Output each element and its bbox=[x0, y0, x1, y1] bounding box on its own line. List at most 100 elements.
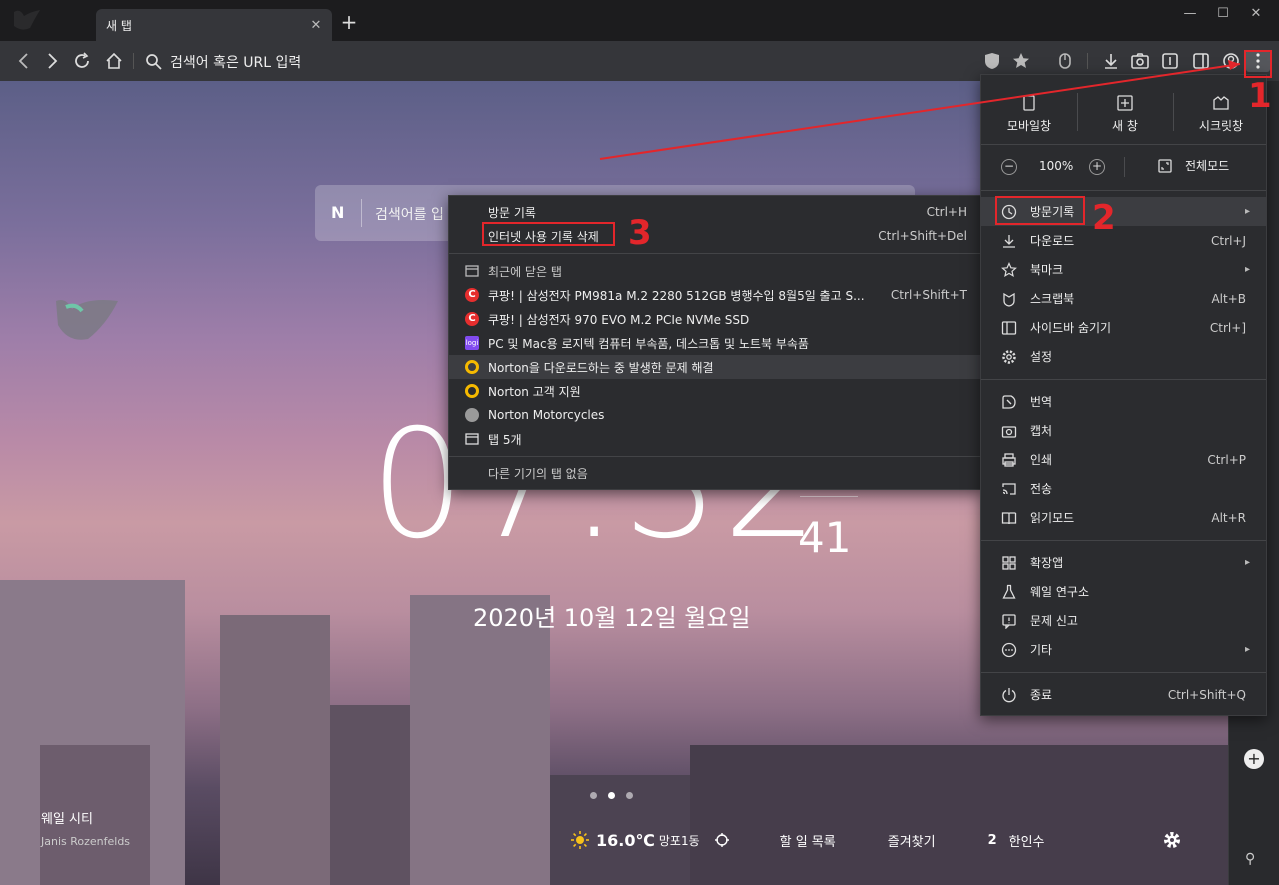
mouse-gesture-icon[interactable] bbox=[1055, 51, 1075, 71]
tab-icon bbox=[464, 431, 480, 447]
menu-item-more[interactable]: 기타 ▸ bbox=[981, 635, 1266, 664]
todo-link[interactable]: 할 일 목록 bbox=[780, 831, 836, 850]
cast-icon bbox=[1000, 480, 1018, 498]
annotation-box-history bbox=[995, 196, 1085, 225]
hanin-widget[interactable]: 2 한인수 bbox=[988, 831, 1045, 850]
menu-divider bbox=[981, 190, 1266, 191]
menu-item-exit[interactable]: 종료 Ctrl+Shift+Q bbox=[981, 680, 1266, 709]
history-entry[interactable]: 탭 5개 bbox=[449, 427, 983, 451]
annotation-step-2: 2 bbox=[1092, 198, 1116, 238]
menu-item-bookmarks[interactable]: 북마크 ▸ bbox=[981, 255, 1266, 284]
weather-temperature: 16.0℃ bbox=[596, 830, 655, 850]
tab-icon bbox=[464, 263, 480, 279]
annotation-step-3: 3 bbox=[628, 213, 652, 253]
coupang-favicon-icon: C bbox=[465, 312, 479, 326]
globe-favicon-icon bbox=[465, 408, 479, 422]
reader-icon[interactable] bbox=[1160, 51, 1180, 71]
favorites-link[interactable]: 즐겨찾기 bbox=[888, 831, 936, 850]
forward-icon[interactable] bbox=[42, 51, 62, 71]
bookmark-star-icon[interactable] bbox=[1011, 51, 1031, 71]
sidebar-pin-icon[interactable]: ⚲ bbox=[1245, 851, 1263, 869]
menu-item-report-issue[interactable]: 문제 신고 bbox=[981, 606, 1266, 635]
menu-item-hide-sidebar[interactable]: 사이드바 숨기기 Ctrl+] bbox=[981, 313, 1266, 342]
history-entry[interactable]: Norton을 다운로드하는 중 발생한 문제 해결 bbox=[449, 355, 983, 379]
sidebar-toggle-icon[interactable] bbox=[1191, 51, 1211, 71]
photo-credit: Janis Rozenfelds bbox=[41, 835, 131, 848]
toolbar-divider bbox=[133, 53, 134, 69]
hanin-count: 2 bbox=[987, 832, 997, 848]
history-entry[interactable]: Norton Motorcycles bbox=[449, 403, 983, 427]
search-icon bbox=[144, 52, 164, 72]
coupang-favicon-icon: C bbox=[465, 288, 479, 302]
sidebar-add-icon[interactable]: + bbox=[1244, 749, 1264, 769]
clock-seconds: 41 bbox=[798, 513, 852, 562]
menu-item-whale-labs[interactable]: 웨일 연구소 bbox=[981, 577, 1266, 606]
menu-divider bbox=[449, 456, 983, 457]
history-entry[interactable]: C 쿠팡! | 삼성전자 970 EVO M.2 PCIe NVMe SSD bbox=[449, 307, 983, 331]
address-bar[interactable]: 검색어 혹은 URL 입력 bbox=[170, 52, 301, 72]
minimize-button[interactable]: — bbox=[1180, 6, 1200, 22]
building bbox=[410, 595, 550, 885]
maximize-button[interactable]: ☐ bbox=[1213, 6, 1233, 22]
menu-item-download[interactable]: 다운로드 Ctrl+J bbox=[981, 226, 1266, 255]
menu-item-print[interactable]: 인쇄 Ctrl+P bbox=[981, 445, 1266, 474]
menu-item-scrapbook[interactable]: 스크랩북 Alt+B bbox=[981, 284, 1266, 313]
home-icon[interactable] bbox=[104, 51, 124, 71]
weather-widget[interactable]: 16.0℃ 망포1동 bbox=[570, 830, 730, 850]
carousel-dot-active[interactable] bbox=[608, 792, 615, 799]
history-menu-item[interactable]: 방문 기록 Ctrl+H bbox=[449, 200, 983, 224]
location-target-icon[interactable] bbox=[714, 832, 730, 848]
zoom-level: 100% bbox=[1039, 159, 1074, 173]
menu-divider bbox=[981, 540, 1266, 541]
new-tab-button[interactable]: + bbox=[340, 12, 358, 32]
shield-icon[interactable] bbox=[982, 51, 1002, 71]
tab-close-icon[interactable]: ✕ bbox=[306, 18, 326, 33]
zoom-out-button[interactable]: − bbox=[1001, 159, 1017, 175]
capture-icon[interactable] bbox=[1130, 51, 1150, 71]
fullscreen-button[interactable]: 전체모드 bbox=[1157, 157, 1229, 174]
menu-divider bbox=[1124, 157, 1125, 177]
weather-location: 망포1동 bbox=[658, 833, 700, 848]
menu-item-settings[interactable]: 설정 bbox=[981, 342, 1266, 371]
zoom-in-button[interactable]: + bbox=[1089, 159, 1105, 175]
menu-item-cast[interactable]: 전송 bbox=[981, 474, 1266, 503]
history-entry[interactable]: C 쿠팡! | 삼성전자 PM981a M.2 2280 512GB 병행수입 … bbox=[449, 283, 983, 307]
carousel-dot[interactable] bbox=[590, 792, 597, 799]
translate-icon bbox=[1000, 393, 1018, 411]
new-window-button[interactable]: 새 창 bbox=[1077, 91, 1173, 141]
sun-icon bbox=[571, 831, 589, 849]
building bbox=[220, 615, 330, 885]
carousel-dot[interactable] bbox=[626, 792, 633, 799]
submenu-arrow-icon: ▸ bbox=[1244, 206, 1250, 217]
download-icon[interactable] bbox=[1101, 51, 1121, 71]
extensions-icon bbox=[1000, 554, 1018, 572]
mobile-window-button[interactable]: 모바일창 bbox=[981, 91, 1077, 141]
norton-favicon-icon bbox=[465, 360, 479, 374]
flask-icon bbox=[1000, 583, 1018, 601]
menu-item-reading-mode[interactable]: 읽기모드 Alt+R bbox=[981, 503, 1266, 532]
history-entry[interactable]: logi PC 및 Mac용 로지텍 컴퓨터 부속품, 데스크톱 및 노트북 부… bbox=[449, 331, 983, 355]
close-window-button[interactable]: ✕ bbox=[1246, 6, 1266, 22]
report-icon bbox=[1000, 612, 1018, 630]
menu-divider bbox=[981, 144, 1266, 145]
bottom-widget-bar: 16.0℃ 망포1동 할 일 목록 즐겨찾기 2 한인수 bbox=[570, 825, 1075, 855]
star-icon bbox=[1000, 261, 1018, 279]
back-icon[interactable] bbox=[14, 51, 34, 71]
scrapbook-icon bbox=[1000, 290, 1018, 308]
more-icon bbox=[1000, 641, 1018, 659]
menu-item-extensions[interactable]: 확장앱 ▸ bbox=[981, 548, 1266, 577]
whale-logo-icon bbox=[56, 300, 118, 340]
fullscreen-icon bbox=[1158, 158, 1172, 173]
menu-item-translate[interactable]: 번역 bbox=[981, 387, 1266, 416]
profile-icon[interactable] bbox=[1221, 51, 1241, 71]
tab-new-tab[interactable]: 새 탭 ✕ bbox=[96, 9, 332, 41]
settings-gear-icon[interactable] bbox=[1162, 830, 1182, 850]
reload-icon[interactable] bbox=[72, 51, 92, 71]
annotation-box-clear bbox=[482, 222, 615, 246]
camera-icon bbox=[1000, 422, 1018, 440]
download-icon bbox=[1000, 232, 1018, 250]
hill bbox=[690, 745, 1228, 885]
menu-item-capture[interactable]: 캡처 bbox=[981, 416, 1266, 445]
history-entry[interactable]: Norton 고객 지원 bbox=[449, 379, 983, 403]
submenu-arrow-icon: ▸ bbox=[1244, 644, 1250, 655]
